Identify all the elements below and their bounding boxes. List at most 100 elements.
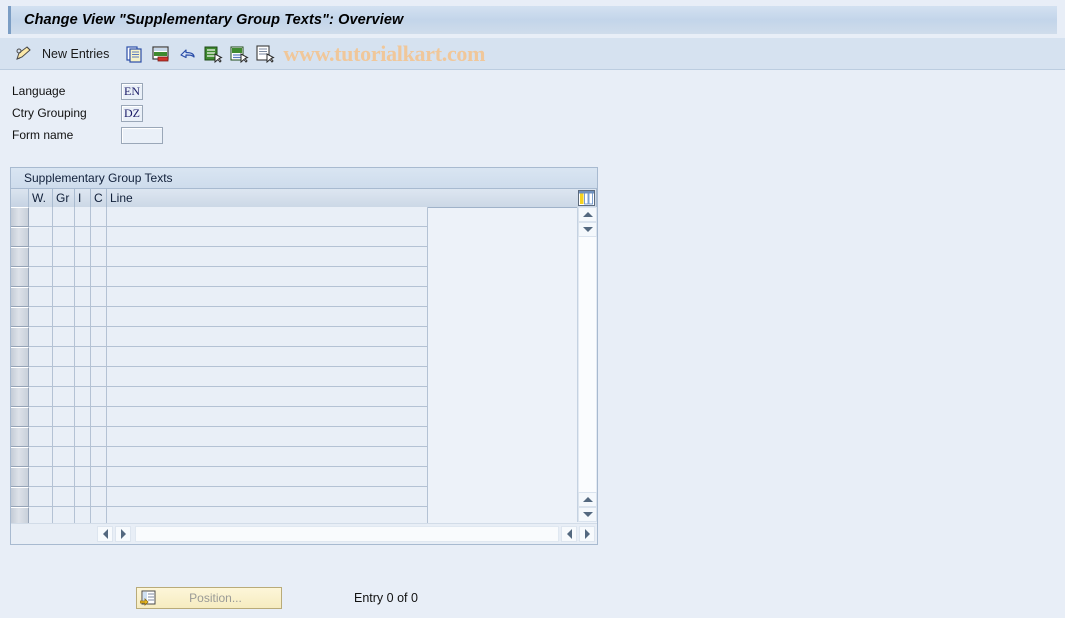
vertical-scrollbar[interactable] xyxy=(577,207,597,522)
select-block-icon[interactable] xyxy=(255,44,276,64)
table-cell-w[interactable] xyxy=(29,207,53,227)
column-header-w[interactable]: W. xyxy=(29,189,53,207)
row-selector-cell[interactable] xyxy=(11,367,29,387)
table-cell-gr[interactable] xyxy=(53,387,75,407)
table-cell-gr[interactable] xyxy=(53,447,75,467)
horizontal-scroll-track[interactable] xyxy=(135,526,559,542)
language-field[interactable]: EN xyxy=(121,82,143,100)
table-row[interactable] xyxy=(11,387,579,407)
table-cell-line[interactable] xyxy=(107,447,428,467)
table-cell-line[interactable] xyxy=(107,387,428,407)
table-cell-line[interactable] xyxy=(107,327,428,347)
table-cell-i[interactable] xyxy=(75,487,91,507)
table-cell-gr[interactable] xyxy=(53,207,75,227)
table-cell-c[interactable] xyxy=(91,307,107,327)
table-cell-line[interactable] xyxy=(107,487,428,507)
row-selector-cell[interactable] xyxy=(11,487,29,507)
table-cell-c[interactable] xyxy=(91,347,107,367)
table-row[interactable] xyxy=(11,267,579,287)
row-selector-cell[interactable] xyxy=(11,207,29,227)
row-selector-cell[interactable] xyxy=(11,227,29,247)
table-cell-w[interactable] xyxy=(29,247,53,267)
table-cell-w[interactable] xyxy=(29,387,53,407)
table-cell-line[interactable] xyxy=(107,367,428,387)
table-cell-line[interactable] xyxy=(107,407,428,427)
scroll-page-up-button[interactable] xyxy=(578,492,597,507)
table-row[interactable] xyxy=(11,207,579,227)
scroll-right-button[interactable] xyxy=(579,526,595,542)
row-selector-cell[interactable] xyxy=(11,327,29,347)
table-cell-c[interactable] xyxy=(91,227,107,247)
table-row[interactable] xyxy=(11,407,579,427)
row-selector-cell[interactable] xyxy=(11,347,29,367)
deselect-all-icon[interactable] xyxy=(229,44,250,64)
table-cell-w[interactable] xyxy=(29,287,53,307)
table-cell-i[interactable] xyxy=(75,287,91,307)
table-cell-w[interactable] xyxy=(29,367,53,387)
table-cell-gr[interactable] xyxy=(53,347,75,367)
row-selector-cell[interactable] xyxy=(11,447,29,467)
delete-icon[interactable] xyxy=(151,44,171,64)
row-selector-cell[interactable] xyxy=(11,247,29,267)
table-cell-i[interactable] xyxy=(75,427,91,447)
scroll-right-page-button[interactable] xyxy=(561,526,577,542)
undo-icon[interactable] xyxy=(177,44,197,64)
table-cell-gr[interactable] xyxy=(53,247,75,267)
table-cell-c[interactable] xyxy=(91,327,107,347)
table-cell-c[interactable] xyxy=(91,367,107,387)
table-cell-c[interactable] xyxy=(91,387,107,407)
row-selector-cell[interactable] xyxy=(11,307,29,327)
vertical-scroll-track[interactable] xyxy=(578,237,597,492)
table-cell-line[interactable] xyxy=(107,207,428,227)
table-cell-w[interactable] xyxy=(29,447,53,467)
row-selector-cell[interactable] xyxy=(11,467,29,487)
table-cell-i[interactable] xyxy=(75,267,91,287)
copy-as-icon[interactable] xyxy=(125,44,145,64)
position-button[interactable]: Position... xyxy=(136,587,282,609)
table-cell-c[interactable] xyxy=(91,487,107,507)
scroll-left-button[interactable] xyxy=(97,526,113,542)
table-cell-line[interactable] xyxy=(107,347,428,367)
table-cell-c[interactable] xyxy=(91,207,107,227)
table-cell-gr[interactable] xyxy=(53,467,75,487)
form-name-field[interactable] xyxy=(121,126,163,144)
table-row[interactable] xyxy=(11,347,579,367)
table-row[interactable] xyxy=(11,467,579,487)
column-header-i[interactable]: I xyxy=(75,189,91,207)
country-grouping-field[interactable]: DZ xyxy=(121,104,143,122)
scroll-left-page-button[interactable] xyxy=(115,526,131,542)
table-cell-i[interactable] xyxy=(75,387,91,407)
table-cell-w[interactable] xyxy=(29,347,53,367)
pencil-icon[interactable] xyxy=(14,44,34,64)
table-cell-c[interactable] xyxy=(91,447,107,467)
table-cell-w[interactable] xyxy=(29,227,53,247)
table-row[interactable] xyxy=(11,227,579,247)
table-cell-w[interactable] xyxy=(29,267,53,287)
table-cell-i[interactable] xyxy=(75,227,91,247)
row-selector-cell[interactable] xyxy=(11,407,29,427)
table-cell-gr[interactable] xyxy=(53,307,75,327)
table-cell-i[interactable] xyxy=(75,467,91,487)
column-header-select[interactable] xyxy=(11,189,29,207)
column-header-gr[interactable]: Gr xyxy=(53,189,75,207)
table-cell-i[interactable] xyxy=(75,367,91,387)
column-header-line[interactable]: Line xyxy=(107,189,597,207)
table-cell-gr[interactable] xyxy=(53,427,75,447)
table-row[interactable] xyxy=(11,247,579,267)
scroll-down-button[interactable] xyxy=(578,222,597,237)
table-cell-line[interactable] xyxy=(107,227,428,247)
table-row[interactable] xyxy=(11,447,579,467)
column-header-c[interactable]: C xyxy=(91,189,107,207)
table-cell-i[interactable] xyxy=(75,447,91,467)
table-cell-i[interactable] xyxy=(75,247,91,267)
table-cell-gr[interactable] xyxy=(53,407,75,427)
horizontal-scrollbar[interactable] xyxy=(11,523,597,544)
table-cell-gr[interactable] xyxy=(53,487,75,507)
table-cell-w[interactable] xyxy=(29,467,53,487)
scroll-page-down-button[interactable] xyxy=(578,507,597,522)
table-cell-c[interactable] xyxy=(91,407,107,427)
table-cell-gr[interactable] xyxy=(53,367,75,387)
table-settings-icon[interactable] xyxy=(578,190,595,206)
table-cell-w[interactable] xyxy=(29,327,53,347)
table-cell-i[interactable] xyxy=(75,307,91,327)
